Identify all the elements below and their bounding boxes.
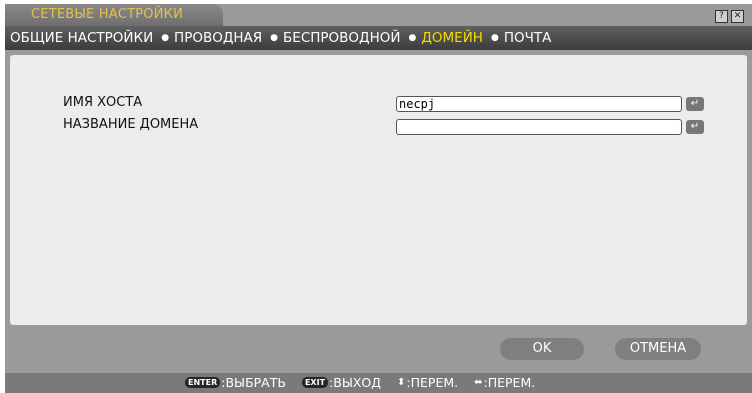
content-panel: ИМЯ ХОСТА necpj ↵ НАЗВАНИЕ ДОМЕНА ↵ (10, 55, 747, 325)
leftright-hint-text: :ПЕРЕМ. (483, 375, 536, 390)
tab-domain[interactable]: ДОМЕЙН (420, 30, 484, 46)
help-icon[interactable]: ? (715, 10, 728, 23)
left-right-arrow-icon: ⬌ (474, 377, 483, 388)
domain-name-field[interactable] (396, 119, 682, 135)
exit-hint-text: :ВЫХОД (329, 375, 382, 390)
domain-name-label: НАЗВАНИЕ ДОМЕНА (63, 117, 199, 132)
enter-key-icon: ENTER (185, 377, 221, 388)
tab-separator-icon: ● (490, 33, 499, 43)
title-tab: СЕТЕВЫЕ НАСТРОЙКИ (5, 4, 223, 26)
window-controls: ? ✕ (715, 10, 744, 23)
hint-bar: ENTER :ВЫБРАТЬ EXIT :ВЫХОД ⬍ :ПЕРЕМ. ⬌ :… (5, 373, 752, 393)
updown-hint: ⬍ :ПЕРЕМ. (397, 375, 458, 390)
tab-bar: ОБЩИЕ НАСТРОЙКИ ● ПРОВОДНАЯ ● БЕСПРОВОДН… (5, 26, 752, 50)
exit-key-icon: EXIT (301, 377, 329, 388)
domain-name-enter-icon[interactable]: ↵ (686, 120, 704, 134)
exit-hint: EXIT :ВЫХОД (301, 375, 382, 390)
tab-separator-icon: ● (270, 33, 279, 43)
host-name-field[interactable]: necpj (396, 96, 682, 112)
window-title: СЕТЕВЫЕ НАСТРОЙКИ (31, 7, 184, 22)
ok-button[interactable]: OK (500, 338, 584, 360)
host-name-enter-icon[interactable]: ↵ (686, 97, 704, 111)
tab-separator-icon: ● (161, 33, 170, 43)
network-settings-dialog: СЕТЕВЫЕ НАСТРОЙКИ ? ✕ ОБЩИЕ НАСТРОЙКИ ● … (5, 4, 752, 393)
updown-hint-text: :ПЕРЕМ. (406, 375, 459, 390)
tab-wired[interactable]: ПРОВОДНАЯ (173, 30, 263, 46)
tab-wireless[interactable]: БЕСПРОВОДНОЙ (282, 30, 401, 46)
enter-hint: ENTER :ВЫБРАТЬ (185, 375, 286, 390)
tab-mail[interactable]: ПОЧТА (503, 30, 553, 46)
leftright-hint: ⬌ :ПЕРЕМ. (474, 375, 535, 390)
tab-general-settings[interactable]: ОБЩИЕ НАСТРОЙКИ (9, 30, 154, 46)
up-down-arrow-icon: ⬍ (397, 377, 406, 388)
tab-separator-icon: ● (408, 33, 417, 43)
host-name-label: ИМЯ ХОСТА (63, 95, 143, 110)
close-icon[interactable]: ✕ (731, 10, 744, 23)
cancel-button[interactable]: ОТМЕНА (615, 338, 701, 360)
enter-hint-text: :ВЫБРАТЬ (221, 375, 286, 390)
